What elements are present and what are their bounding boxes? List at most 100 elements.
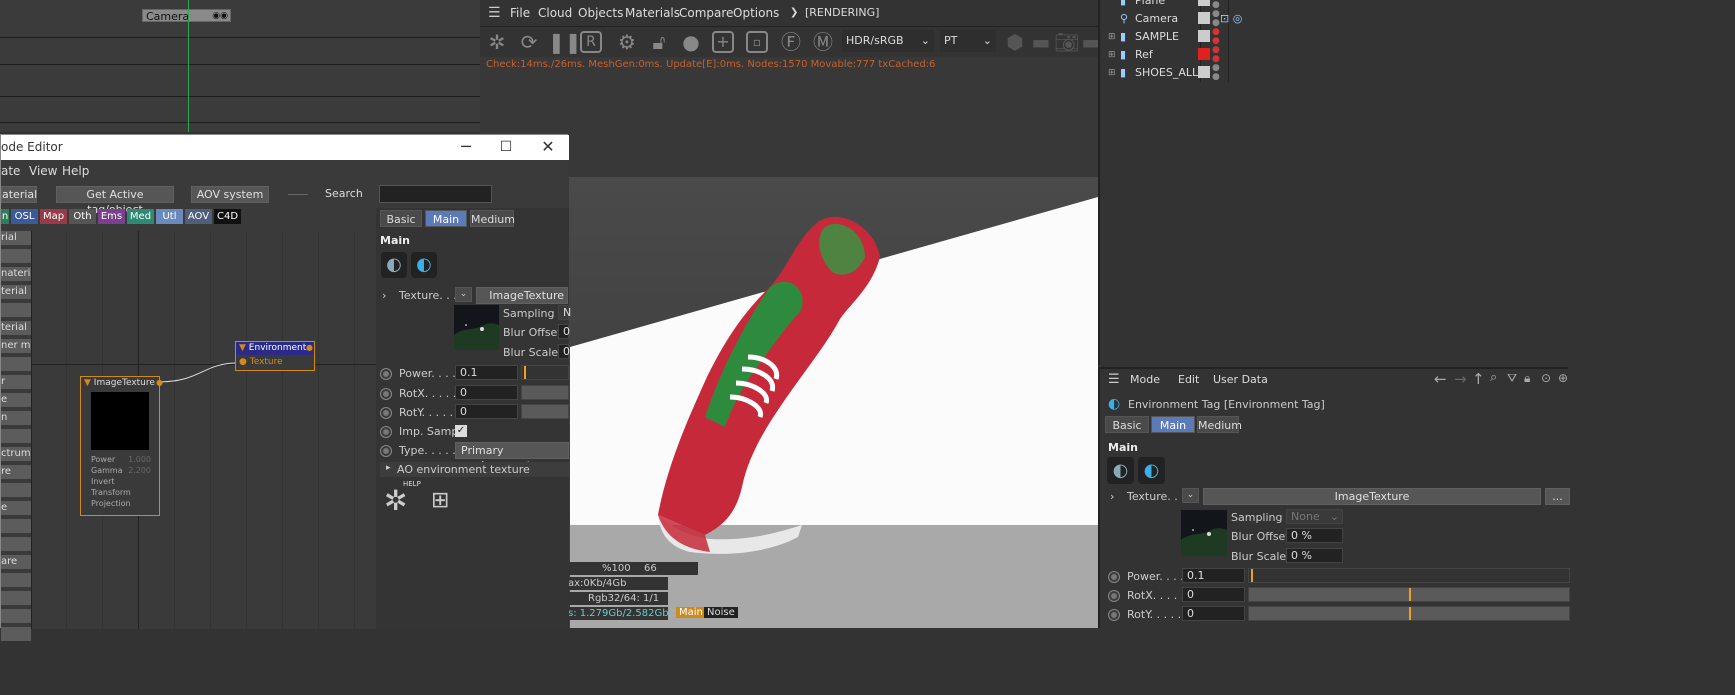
texture-dropdown-icon[interactable]: ⌄ (1182, 488, 1199, 503)
rotx-keyframe-icon[interactable] (380, 388, 392, 400)
node-list-item[interactable]: n (1, 411, 31, 425)
settings-gear-icon[interactable]: ⚙ (614, 29, 640, 55)
menu-view[interactable]: View (29, 160, 57, 182)
layer-color-swatch[interactable] (1198, 48, 1210, 60)
aov-system-button[interactable]: AOV system (191, 186, 269, 203)
camera-tags-icon[interactable]: ⊡ ◎ (1220, 10, 1242, 28)
tag-mode-icon[interactable]: ◐ (381, 252, 407, 278)
roty-keyframe-icon[interactable] (1108, 609, 1120, 621)
visibility-dots-icon[interactable]: ●● (1212, 10, 1220, 28)
timeline-panel[interactable]: Camera ◉◉ (0, 0, 480, 132)
close-icon[interactable]: ✕ (528, 135, 568, 160)
menu-help[interactable]: Help (62, 160, 89, 182)
tab-basic[interactable]: Basic (1105, 416, 1149, 433)
up-arrow-icon[interactable]: ↑ (1472, 370, 1485, 388)
roty-input[interactable]: 0 (455, 404, 518, 419)
node-list-item[interactable] (1, 483, 31, 497)
rotx-input[interactable]: 0 (1182, 587, 1245, 602)
node-list-item[interactable] (1, 519, 31, 533)
display-icon[interactable]: ▬ (1078, 29, 1098, 55)
node-list-item[interactable] (1, 303, 31, 317)
octane-logo-icon[interactable]: ✲ (484, 29, 510, 55)
menu-edit[interactable]: Edit (1178, 369, 1199, 391)
node-list-item[interactable]: are (1, 555, 31, 569)
texture-link-button[interactable]: ImageTexture (476, 287, 568, 304)
node-list-item[interactable]: terial (1, 285, 31, 299)
render-viewport[interactable]: ☰ File Cloud Objects Materials Compare O… (480, 0, 1098, 628)
cube-icon[interactable]: ⬢ (1002, 29, 1028, 55)
roty-input[interactable]: 0 (1182, 606, 1245, 621)
environment-node[interactable]: ▼ Environment ● Texture ● (235, 341, 315, 371)
hamburger-icon[interactable]: ☰ (1108, 372, 1120, 387)
tab-medium[interactable]: Medium (1197, 416, 1242, 433)
power-slider[interactable] (521, 365, 569, 380)
roty-keyframe-icon[interactable] (380, 407, 392, 419)
object-row[interactable]: ⊞ ▮ SHOES_ALL ● ● (1104, 64, 1564, 82)
minimize-icon[interactable]: ─ (446, 135, 486, 160)
node-param-row[interactable]: Transform (81, 487, 159, 498)
rotx-slider[interactable] (1248, 587, 1570, 602)
node-list-item[interactable]: terial (1, 321, 31, 335)
camera-icon[interactable]: 📷︎ (1054, 29, 1080, 55)
kernel-mode-select[interactable]: PT ⌄ (940, 30, 996, 52)
material-button[interactable]: aterial (1, 186, 37, 203)
node-list-item[interactable] (1, 357, 31, 371)
category-c4d[interactable]: C4D (214, 209, 241, 224)
play-arrow-icon[interactable]: ❯ (790, 2, 798, 24)
node-list-item[interactable] (1, 627, 31, 641)
ao-env-group[interactable]: ▸ AO environment texture (380, 462, 569, 477)
tag-mode-icon[interactable]: ◐ (1107, 457, 1134, 484)
collapse-arrow-icon[interactable]: ▼ (84, 378, 91, 388)
rotx-slider[interactable] (521, 385, 569, 400)
roty-slider[interactable] (1248, 606, 1570, 621)
menu-options[interactable]: Options (733, 2, 779, 24)
node-editor-window[interactable]: ode Editor ─ ☐ ✕ ate View Help aterial G… (0, 134, 571, 641)
forward-arrow-icon[interactable]: → (1454, 370, 1467, 388)
node-list-item[interactable] (1, 249, 31, 263)
power-input[interactable]: 0.1 (1182, 568, 1245, 583)
octane-help-icon[interactable]: ✲ (384, 484, 407, 517)
menu-cloud[interactable]: Cloud (538, 2, 572, 24)
category-oth[interactable]: Oth (69, 209, 96, 224)
material-pick-icon[interactable]: Ⓜ (810, 29, 836, 55)
tab-basic[interactable]: Basic (380, 210, 422, 227)
blur-offset-input[interactable]: 0 (558, 324, 570, 339)
node-list-item[interactable]: e (1, 501, 31, 515)
category-med[interactable]: Med (127, 209, 154, 224)
film-icon[interactable]: ▬ (1028, 29, 1054, 55)
category-map[interactable]: Map (40, 209, 67, 224)
layer-color-swatch[interactable] (1198, 66, 1210, 78)
node-list-item[interactable] (1, 537, 31, 551)
object-row[interactable]: ⊞ ▮ SAMPLE ● ● (1104, 28, 1564, 46)
blur-scale-input[interactable]: 0 % (1286, 548, 1343, 563)
tag-mode-active-icon[interactable]: ◐ (411, 252, 437, 278)
node-param-row[interactable]: Projection (81, 498, 159, 509)
pass-noise-tab[interactable]: Noise (704, 607, 738, 618)
search-icon[interactable]: ⌕ (1490, 370, 1497, 385)
visibility-dots-icon[interactable]: ●● (1212, 46, 1220, 64)
expand-arrow-icon[interactable]: › (1110, 490, 1114, 503)
node-list-item[interactable]: nateria (1, 267, 31, 281)
expand-arrow-icon[interactable]: › (382, 289, 386, 302)
power-keyframe-icon[interactable] (1108, 571, 1120, 583)
category-utl[interactable]: Utl (156, 209, 183, 224)
category-aov[interactable]: AOV (185, 209, 212, 224)
texture-dropdown-icon[interactable]: ⌄ (455, 287, 472, 302)
expand-toggle-icon[interactable]: ⊞ (1108, 46, 1116, 64)
input-port-dot-icon[interactable]: ● (239, 357, 247, 367)
node-editor-titlebar[interactable]: ode Editor ─ ☐ ✕ (1, 135, 569, 160)
menu-create[interactable]: ate (1, 160, 20, 182)
timeline-playhead[interactable] (188, 0, 189, 132)
category-n[interactable]: n (1, 209, 9, 224)
tab-main[interactable]: Main (425, 210, 467, 227)
lock-icon[interactable]: 🔒︎ (1524, 371, 1530, 386)
node-param-row[interactable]: Invert (81, 476, 159, 487)
settings-icon[interactable]: ⊙ (1541, 371, 1551, 385)
pass-main-tab[interactable]: Main (676, 607, 706, 618)
rotx-input[interactable]: 0 (455, 385, 518, 400)
sphere-icon[interactable]: ● (678, 29, 704, 55)
image-texture-node[interactable]: ▼ ImageTexture Power 1.000 Gamma 2.200 Inver… (80, 376, 163, 516)
search-input[interactable] (379, 185, 492, 203)
menu-file[interactable]: File (510, 2, 530, 24)
filter-icon[interactable]: ⛛ (1507, 371, 1517, 386)
